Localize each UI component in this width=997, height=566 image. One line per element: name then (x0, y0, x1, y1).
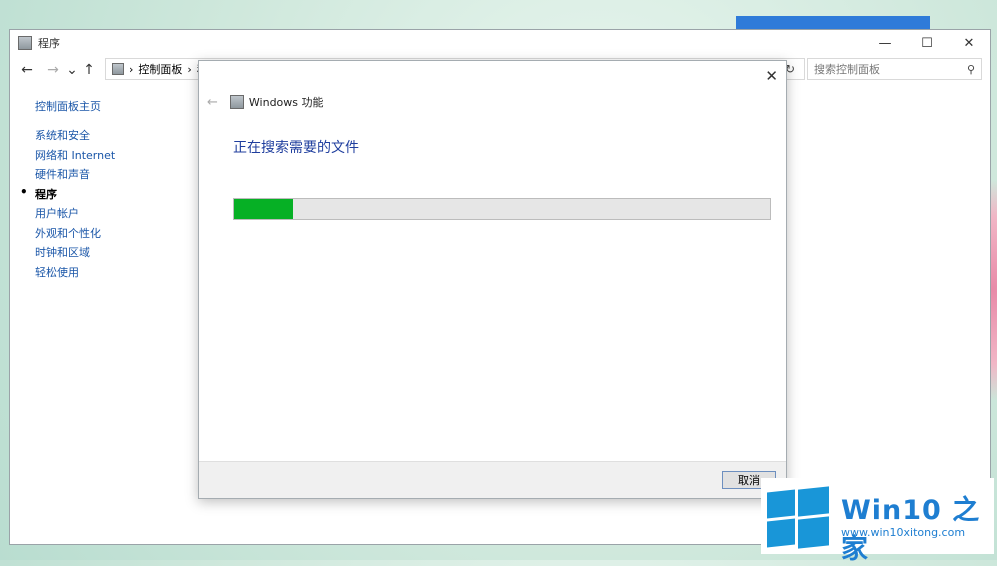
sidebar-item-programs: • 程序 (20, 185, 195, 206)
back-arrow-icon[interactable]: ← (207, 95, 218, 110)
breadcrumb-control-panel[interactable]: 控制面板 (138, 61, 182, 77)
sidebar-item-label: 系统和安全 (35, 129, 90, 142)
recent-locations-chevron-icon[interactable]: ⌄ (64, 62, 80, 78)
back-arrow-icon[interactable]: ← (16, 62, 38, 78)
progress-bar-fill (234, 199, 293, 219)
dialog-header: ← Windows 功能 (207, 94, 324, 110)
progress-bar (233, 198, 771, 220)
status-text: 正在搜索需要的文件 (233, 140, 359, 156)
search-icon[interactable]: ⚲ (967, 63, 975, 76)
sidebar-home-link[interactable]: 控制面板主页 (35, 98, 195, 114)
windows-features-dialog: ✕ ← Windows 功能 正在搜索需要的文件 取消 (198, 60, 787, 499)
watermark-logo: Win10 之家 www.win10xitong.com (761, 478, 994, 565)
title-bar: 程序 — ☐ ✕ (10, 30, 990, 56)
dialog-footer: 取消 (199, 461, 786, 498)
sidebar-item-appearance[interactable]: 外观和个性化 (35, 225, 195, 245)
close-button[interactable]: ✕ (948, 30, 990, 56)
sidebar-item-label: 轻松使用 (35, 265, 79, 279)
watermark-url: www.win10xitong.com (841, 526, 966, 539)
sidebar-item-network-internet[interactable]: 网络和 Internet (35, 147, 195, 167)
control-panel-icon (18, 36, 32, 50)
sidebar-item-ease-of-access[interactable]: 轻松使用 (35, 264, 195, 284)
sidebar-item-user-accounts[interactable]: 用户帐户 (35, 205, 195, 225)
sidebar-item-clock-region[interactable]: 时钟和区域 (35, 244, 195, 264)
dialog-close-button[interactable]: ✕ (765, 67, 778, 85)
breadcrumb-separator-icon: › (187, 62, 192, 76)
windows-logo-icon (767, 486, 829, 550)
breadcrumb-separator-icon: › (129, 62, 134, 76)
sidebar-item-label: 用户帐户 (35, 207, 79, 220)
windows-features-icon (229, 95, 244, 109)
current-item-bullet-icon: • (20, 184, 28, 199)
forward-arrow-icon[interactable]: → (42, 62, 64, 78)
window-title: 程序 (38, 37, 60, 50)
control-panel-icon (112, 63, 124, 75)
sidebar-item-label: 网络和 Internet (35, 148, 116, 162)
search-placeholder: 搜索控制面板 (814, 63, 880, 76)
sidebar-item-label: 硬件和声音 (35, 168, 90, 181)
search-input[interactable]: 搜索控制面板 ⚲ (807, 58, 982, 80)
sidebar: 控制面板主页 系统和安全 网络和 Internet 硬件和声音 • 程序 用户帐户… (20, 98, 195, 284)
dialog-title: Windows 功能 (248, 96, 324, 109)
maximize-button[interactable]: ☐ (906, 30, 948, 56)
sidebar-item-hardware-sound[interactable]: 硬件和声音 (35, 166, 195, 186)
up-arrow-icon[interactable]: ↑ (80, 62, 98, 78)
window-controls: — ☐ ✕ (864, 30, 990, 56)
sidebar-item-label: 时钟和区域 (35, 246, 90, 259)
minimize-button[interactable]: — (864, 30, 906, 56)
sidebar-item-system-security[interactable]: 系统和安全 (35, 127, 195, 147)
sidebar-item-label: 外观和个性化 (35, 226, 101, 240)
sidebar-item-label: 程序 (35, 187, 57, 201)
